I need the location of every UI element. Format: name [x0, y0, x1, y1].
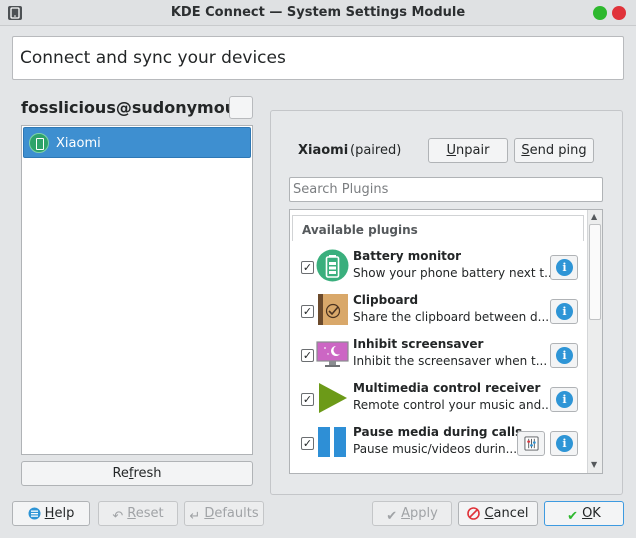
- plugin-row-inhibit-screensaver: ✓ Inhibit screensaver Inhibit the screen…: [290, 334, 588, 378]
- plugin-about-button[interactable]: i: [550, 387, 578, 412]
- info-icon: i: [556, 347, 573, 364]
- plugin-list[interactable]: Available plugins ✓ Battery monitor Show…: [289, 209, 603, 474]
- header-text: Connect and sync your devices: [20, 48, 286, 68]
- device-item-label: Xiaomi: [56, 136, 101, 151]
- checkmark-icon: ✔: [386, 509, 398, 524]
- refresh-button[interactable]: Refresh: [21, 461, 253, 486]
- apply-button[interactable]: ✔ Apply: [372, 501, 452, 526]
- configure-icon: [524, 436, 539, 451]
- plugin-list-scrollbar[interactable]: ▲ ▼: [587, 210, 602, 473]
- help-button[interactable]: Help: [12, 501, 90, 526]
- checkmark-icon: ✔: [567, 509, 579, 524]
- close-button[interactable]: [612, 6, 626, 20]
- search-plugins-input[interactable]: [289, 177, 603, 202]
- undo-icon: ↶: [112, 509, 124, 524]
- scroll-down-icon[interactable]: ▼: [591, 460, 597, 469]
- cancel-icon: [467, 507, 481, 520]
- plugin-about-button[interactable]: i: [550, 343, 578, 368]
- plugin-name: Clipboard: [353, 293, 419, 307]
- plugin-checkbox[interactable]: ✓: [301, 261, 314, 274]
- plugin-description: Pause music/videos durin...: [353, 442, 518, 456]
- title-bar: KDE Connect — System Settings Module: [0, 0, 636, 26]
- pair-status: (paired): [350, 143, 402, 158]
- device-list[interactable]: Xiaomi: [21, 125, 253, 455]
- plugin-about-button[interactable]: i: [550, 255, 578, 280]
- clipboard-icon: [318, 294, 348, 325]
- plugin-name: Battery monitor: [353, 249, 462, 263]
- plugin-description: Share the clipboard between d...: [353, 310, 550, 324]
- maximize-button[interactable]: [593, 6, 607, 20]
- plugin-checkbox[interactable]: ✓: [301, 349, 314, 362]
- scroll-up-icon[interactable]: ▲: [591, 212, 597, 221]
- info-icon: i: [556, 259, 573, 276]
- ok-button[interactable]: ✔ OK: [544, 501, 624, 526]
- unpair-button[interactable]: Unpair: [428, 138, 508, 163]
- plugin-row-pause-media: ✓ Pause media during calls Pause music/v…: [290, 422, 588, 466]
- device-item-xiaomi[interactable]: Xiaomi: [23, 127, 251, 158]
- info-icon: i: [556, 391, 573, 408]
- pause-icon: [318, 427, 346, 457]
- module-header: Connect and sync your devices: [12, 36, 624, 80]
- battery-icon: [316, 249, 349, 282]
- plugin-checkbox[interactable]: ✓: [301, 437, 314, 450]
- plugin-about-button[interactable]: i: [550, 431, 578, 456]
- help-icon: [28, 507, 41, 520]
- cancel-button[interactable]: Cancel: [458, 501, 538, 526]
- scrollbar-thumb[interactable]: [589, 224, 601, 320]
- plugin-description: Show your phone battery next t...: [353, 266, 556, 280]
- plugin-about-button[interactable]: i: [550, 299, 578, 324]
- host-name: fosslicious@sudonymous: [21, 98, 246, 117]
- plugin-name: Inhibit screensaver: [353, 337, 484, 351]
- plugin-checkbox[interactable]: ✓: [301, 393, 314, 406]
- plugin-row-battery: ✓ Battery monitor Show your phone batter…: [290, 246, 588, 290]
- defaults-button[interactable]: ↵ Defaults: [184, 501, 264, 526]
- plugin-row-multimedia-control: ✓ Multimedia control receiver Remote con…: [290, 378, 588, 422]
- plugin-name: Pause media during calls: [353, 425, 523, 439]
- send-ping-button[interactable]: Send ping: [514, 138, 594, 163]
- play-icon: [319, 383, 347, 413]
- device-name: Xiaomi: [298, 143, 349, 158]
- window-title: KDE Connect — System Settings Module: [170, 5, 466, 20]
- info-icon: i: [556, 435, 573, 452]
- info-icon: i: [556, 303, 573, 320]
- plugin-name: Multimedia control receiver: [353, 381, 541, 395]
- plugin-description: Inhibit the screensaver when t...: [353, 354, 548, 368]
- rename-host-button[interactable]: [229, 96, 253, 119]
- defaults-icon: ↵: [189, 509, 201, 524]
- plugin-checkbox[interactable]: ✓: [301, 305, 314, 318]
- plugin-description: Remote control your music and...: [353, 398, 553, 412]
- screensaver-icon: [316, 341, 349, 367]
- plugin-configure-button[interactable]: [517, 431, 545, 456]
- plugin-row-clipboard: ✓ Clipboard Share the clipboard between …: [290, 290, 588, 334]
- smartphone-icon: [29, 133, 49, 153]
- reset-button[interactable]: ↶ Reset: [98, 501, 178, 526]
- plugin-category-header: Available plugins: [292, 215, 584, 241]
